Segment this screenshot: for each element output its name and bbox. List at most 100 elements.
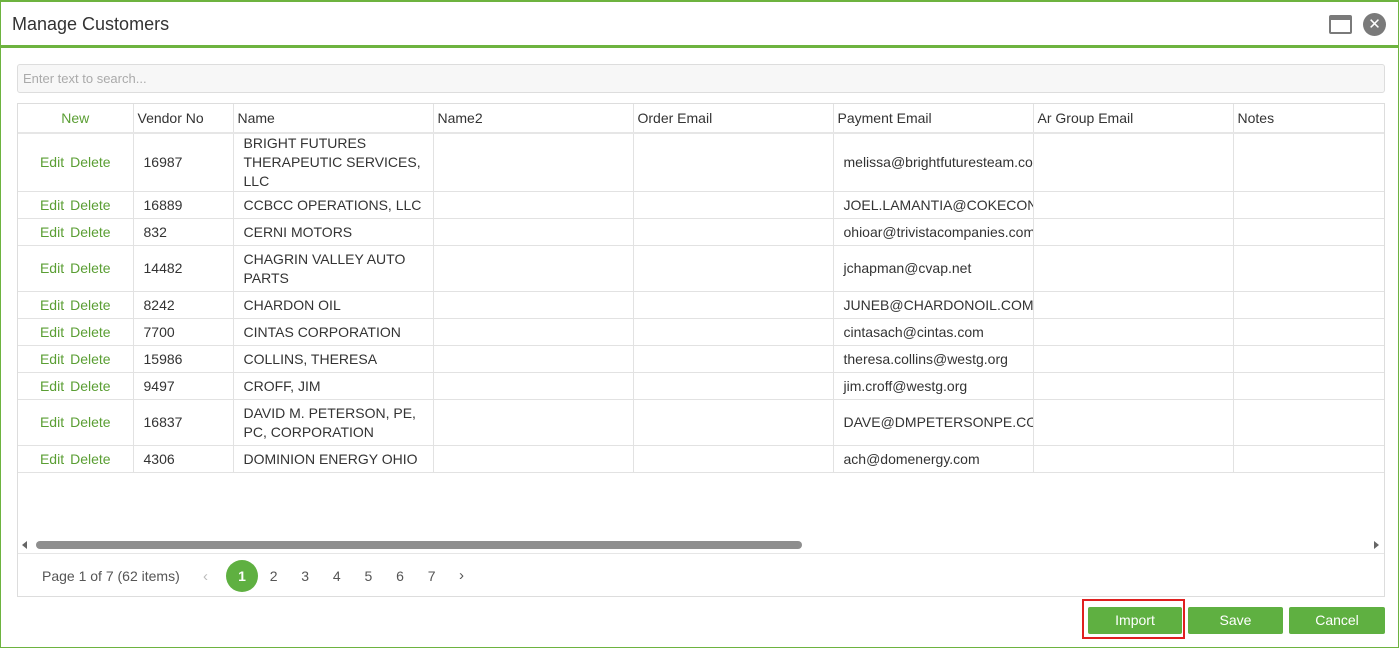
vendor-no-cell: 16987: [133, 133, 234, 192]
name2-cell: [433, 133, 634, 192]
page-2-button[interactable]: 2: [258, 560, 290, 592]
notes-cell: [1233, 318, 1384, 346]
import-button[interactable]: Import: [1088, 607, 1182, 634]
payment-email-cell: melissa@brightfuturesteam.com: [833, 133, 1034, 192]
new-button[interactable]: New: [18, 104, 134, 134]
delete-link[interactable]: Delete: [70, 224, 110, 240]
close-icon[interactable]: ✕: [1363, 13, 1386, 36]
order-email-cell: [633, 191, 834, 219]
payment-email-cell: cintasach@cintas.com: [833, 318, 1034, 346]
cancel-button[interactable]: Cancel: [1289, 607, 1385, 634]
delete-link[interactable]: Delete: [70, 154, 110, 170]
order-email-cell: [633, 399, 834, 446]
delete-link[interactable]: Delete: [70, 297, 110, 313]
name2-cell: [433, 445, 634, 473]
name2-cell: [433, 191, 634, 219]
table-row: Edit Delete 9497 CROFF, JIM jim.croff@westg.…: [18, 372, 1384, 400]
customers-table: New Vendor No Name Name2 Order Email Pay…: [18, 104, 1384, 473]
name2-cell: [433, 399, 634, 446]
column-header-ar-group-email[interactable]: Ar Group Email: [1033, 104, 1234, 134]
row-actions: Edit Delete: [18, 445, 134, 473]
table-row: Edit Delete 8242 CHARDON OIL JUNEB@CHARDONOI…: [18, 291, 1384, 319]
table-row: Edit Delete 16837 DAVID M. PETERSON, PE, PC…: [18, 399, 1384, 446]
name-cell: CCBCC OPERATIONS, LLC: [233, 191, 434, 219]
delete-link[interactable]: Delete: [70, 197, 110, 213]
edit-link[interactable]: Edit: [40, 154, 64, 170]
pager: Page 1 of 7 (62 items) ‹ 1234567 ›: [18, 553, 1384, 596]
edit-link[interactable]: Edit: [40, 324, 64, 340]
name-cell: COLLINS, THERESA: [233, 345, 434, 373]
ar-group-email-cell: [1033, 345, 1234, 373]
vendor-no-cell: 9497: [133, 372, 234, 400]
page-5-button[interactable]: 5: [352, 560, 384, 592]
order-email-cell: [633, 245, 834, 292]
name-cell: CROFF, JIM: [233, 372, 434, 400]
row-actions: Edit Delete: [18, 218, 134, 246]
page-4-button[interactable]: 4: [321, 560, 353, 592]
name2-cell: [433, 245, 634, 292]
page-1-button[interactable]: 1: [226, 560, 258, 592]
edit-link[interactable]: Edit: [40, 297, 64, 313]
delete-link[interactable]: Delete: [70, 351, 110, 367]
name2-cell: [433, 372, 634, 400]
column-header-notes[interactable]: Notes: [1233, 104, 1384, 134]
edit-link[interactable]: Edit: [40, 451, 64, 467]
vendor-no-cell: 4306: [133, 445, 234, 473]
table-row: Edit Delete 15986 COLLINS, THERESA theresa.c…: [18, 345, 1384, 373]
vendor-no-cell: 16837: [133, 399, 234, 446]
header-row: New Vendor No Name Name2 Order Email Pay…: [18, 104, 1384, 134]
order-email-cell: [633, 318, 834, 346]
search-input[interactable]: [17, 64, 1385, 93]
column-header-order-email[interactable]: Order Email: [633, 104, 834, 134]
payment-email-cell: jchapman@cvap.net: [833, 245, 1034, 292]
edit-link[interactable]: Edit: [40, 224, 64, 240]
chevron-left-icon[interactable]: ‹: [203, 568, 208, 585]
name-cell: CHARDON OIL: [233, 291, 434, 319]
row-actions: Edit Delete: [18, 399, 134, 446]
delete-link[interactable]: Delete: [70, 324, 110, 340]
scroll-left-icon[interactable]: [22, 541, 27, 549]
row-actions: Edit Delete: [18, 372, 134, 400]
row-actions: Edit Delete: [18, 245, 134, 292]
delete-link[interactable]: Delete: [70, 378, 110, 394]
name2-cell: [433, 345, 634, 373]
delete-link[interactable]: Delete: [70, 451, 110, 467]
save-button[interactable]: Save: [1188, 607, 1283, 634]
row-actions: Edit Delete: [18, 133, 134, 192]
payment-email-cell: JOEL.LAMANTIA@COKECONSOL: [833, 191, 1034, 219]
maximize-icon[interactable]: [1329, 15, 1352, 34]
notes-cell: [1233, 218, 1384, 246]
chevron-right-icon[interactable]: ›: [459, 567, 464, 584]
page-6-button[interactable]: 6: [384, 560, 416, 592]
row-actions: Edit Delete: [18, 345, 134, 373]
edit-link[interactable]: Edit: [40, 351, 64, 367]
edit-link[interactable]: Edit: [40, 378, 64, 394]
order-email-cell: [633, 133, 834, 192]
edit-link[interactable]: Edit: [40, 197, 64, 213]
delete-link[interactable]: Delete: [70, 414, 110, 430]
column-header-payment-email[interactable]: Payment Email: [833, 104, 1034, 134]
payment-email-cell: JUNEB@CHARDONOIL.COM: [833, 291, 1034, 319]
horizontal-scrollbar[interactable]: [18, 537, 1384, 553]
vendor-no-cell: 8242: [133, 291, 234, 319]
notes-cell: [1233, 191, 1384, 219]
edit-link[interactable]: Edit: [40, 414, 64, 430]
payment-email-cell: ach@domenergy.com: [833, 445, 1034, 473]
delete-link[interactable]: Delete: [70, 260, 110, 276]
payment-email-cell: theresa.collins@westg.org: [833, 345, 1034, 373]
scrollbar-thumb[interactable]: [36, 541, 802, 549]
ar-group-email-cell: [1033, 133, 1234, 192]
edit-link[interactable]: Edit: [40, 260, 64, 276]
page-3-button[interactable]: 3: [289, 560, 321, 592]
payment-email-cell: jim.croff@westg.org: [833, 372, 1034, 400]
payment-email-cell: ohioar@trivistacompanies.com: [833, 218, 1034, 246]
page-7-button[interactable]: 7: [416, 560, 448, 592]
row-actions: Edit Delete: [18, 291, 134, 319]
column-header-name2[interactable]: Name2: [433, 104, 634, 134]
column-header-name[interactable]: Name: [233, 104, 434, 134]
name2-cell: [433, 291, 634, 319]
scroll-right-icon[interactable]: [1374, 541, 1379, 549]
notes-cell: [1233, 345, 1384, 373]
column-header-vendor-no[interactable]: Vendor No: [133, 104, 234, 134]
notes-cell: [1233, 133, 1384, 192]
